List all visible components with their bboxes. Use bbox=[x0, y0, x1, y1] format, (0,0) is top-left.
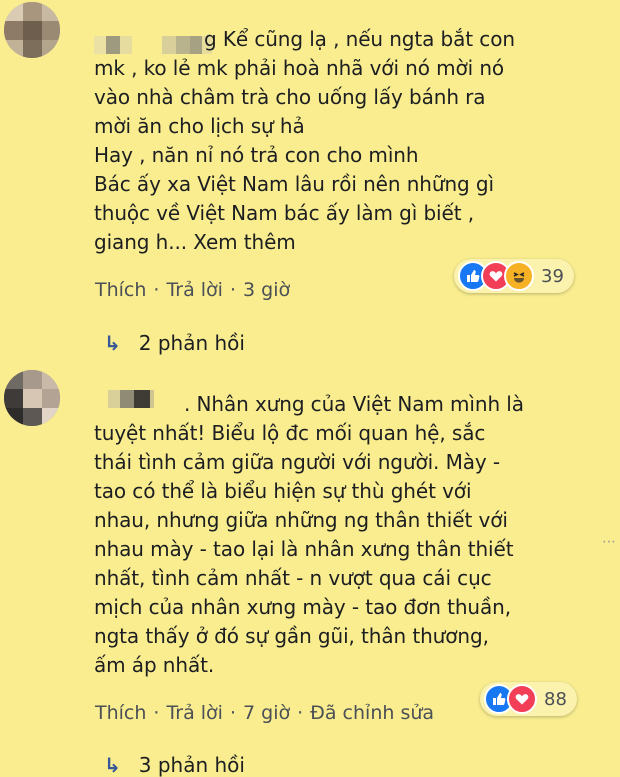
view-replies-link[interactable]: ↳ 3 phản hồi bbox=[104, 753, 245, 777]
reaction-summary[interactable]: 39 bbox=[454, 259, 574, 293]
haha-icon bbox=[504, 261, 534, 291]
reply-link[interactable]: Trả lời bbox=[166, 702, 223, 724]
comment-text: g Kể cũng lạ , nếu ngta bắt con mk , ko … bbox=[94, 27, 515, 254]
reaction-summary[interactable]: 88 bbox=[480, 682, 577, 716]
reply-arrow-icon: ↳ bbox=[104, 753, 121, 777]
avatar[interactable] bbox=[4, 370, 60, 426]
like-link[interactable]: Thích bbox=[95, 279, 146, 301]
edited-label[interactable]: Đã chỉnh sửa bbox=[310, 702, 434, 724]
more-options-icon[interactable]: ⋯ bbox=[602, 534, 616, 550]
like-link[interactable]: Thích bbox=[95, 702, 146, 724]
love-icon bbox=[507, 684, 537, 714]
view-replies-link[interactable]: ↳ 2 phản hồi bbox=[104, 331, 245, 355]
reaction-count: 88 bbox=[544, 688, 567, 710]
timestamp[interactable]: 7 giờ bbox=[243, 702, 290, 724]
comment-actions: Thích · Trả lời · 7 giờ · Đã chỉnh sửa bbox=[95, 702, 435, 724]
comment-text: . Nhân xưng của Việt Nam mình là tuyệt n… bbox=[94, 392, 524, 677]
reaction-count: 39 bbox=[541, 265, 564, 287]
comment-actions: Thích · Trả lời · 3 giờ bbox=[95, 279, 291, 301]
reply-arrow-icon: ↳ bbox=[104, 331, 121, 355]
avatar[interactable] bbox=[4, 2, 60, 58]
reply-link[interactable]: Trả lời bbox=[166, 279, 223, 301]
timestamp[interactable]: 3 giờ bbox=[243, 279, 290, 301]
